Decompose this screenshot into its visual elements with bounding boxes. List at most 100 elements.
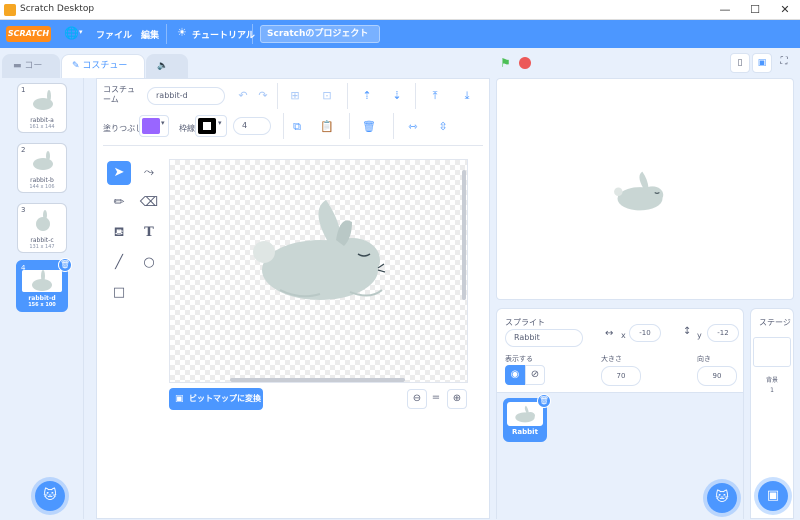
size-input[interactable]: 70 (601, 366, 641, 386)
text-tool-icon[interactable]: T (137, 221, 161, 245)
paint-canvas[interactable] (169, 159, 468, 383)
costume-item[interactable]: 3 rabbit-c 131 x 147 (17, 203, 67, 253)
rabbit-costume-image (253, 200, 386, 300)
stage-label: ステージ (759, 318, 791, 327)
trash-icon[interactable]: 🗑 (58, 258, 72, 272)
rabbit-sprite-image (614, 171, 664, 211)
stop-icon[interactable] (519, 57, 531, 69)
forward-icon[interactable]: ⇡ (359, 88, 375, 104)
small-stage-icon[interactable]: ▯ (730, 53, 750, 73)
image-icon: ▣ (766, 488, 780, 503)
chevron-down-icon: ▾ (161, 119, 165, 127)
sprite-tile-name: Rabbit (512, 428, 538, 436)
green-flag-icon[interactable]: ⚑ (500, 56, 511, 70)
choose-backdrop-button[interactable]: ▣ (758, 481, 788, 511)
rectangle-tool-icon[interactable]: □ (107, 281, 131, 305)
vertical-scrollbar[interactable] (462, 170, 466, 300)
backward-icon[interactable]: ⇣ (389, 88, 405, 104)
zoom-in-icon[interactable]: ⊕ (447, 389, 467, 409)
vertical-arrows-icon: ↕ (683, 326, 692, 337)
line-tool-icon[interactable]: ╱ (107, 251, 131, 275)
chevron-down-icon[interactable]: ▾ (79, 28, 83, 36)
costume-item-selected[interactable]: 4 rabbit-d 156 x 100 🗑 (16, 258, 72, 312)
horizontal-scrollbar[interactable] (230, 378, 405, 382)
costume-name: rabbit-a (30, 117, 54, 124)
backdrop-thumbnail[interactable] (753, 337, 791, 367)
outline-width-input[interactable]: 4 (233, 117, 271, 135)
outline-label: 枠線 (179, 124, 195, 133)
paste-icon[interactable]: 📋 (319, 119, 335, 135)
toolbar-divider (283, 113, 284, 139)
group-icon[interactable]: ⊞ (287, 88, 303, 104)
choose-costume-button[interactable]: 🐱 (35, 481, 65, 511)
brush-tool-icon[interactable]: ✏ (107, 191, 131, 215)
menu-divider (166, 24, 167, 44)
scratch-logo[interactable]: SCRATCH (6, 26, 51, 42)
sprite-info: スプライト Rabbit ↔ x -10 ↕ y -12 表示する ◉ ⊘ 大き… (497, 309, 743, 393)
trash-icon[interactable]: 🗑 (537, 394, 551, 408)
tab-sound[interactable]: 🔈 音 (146, 54, 188, 93)
costume-item[interactable]: 1 rabbit-a 161 x 144 (17, 83, 67, 133)
x-input[interactable]: -10 (629, 324, 661, 342)
delete-icon[interactable]: 🗑 (361, 119, 377, 135)
convert-to-bitmap-button[interactable]: ▣ ビットマップに変換 (169, 388, 263, 410)
undo-icon[interactable]: ↶ (235, 88, 251, 104)
menu-tutorial[interactable]: チュートリアル (192, 28, 255, 41)
toolbar-divider (349, 113, 350, 139)
globe-icon[interactable]: 🌐 (64, 26, 79, 40)
sprite-name-input[interactable]: Rabbit (505, 329, 583, 347)
outline-color-picker[interactable]: ▾ (195, 115, 227, 137)
minimize-button[interactable]: — (710, 2, 740, 18)
window-titlebar: Scratch Desktop — ☐ ✕ (0, 0, 800, 20)
editor-tabs: ▬ コード ✎ コスチューム 🔈 音 (0, 48, 490, 93)
eraser-tool-icon[interactable]: ⌫ (137, 191, 161, 215)
costume-thumbnail (36, 210, 50, 231)
stage-canvas[interactable] (496, 78, 794, 300)
tab-code[interactable]: ▬ コード (2, 54, 60, 93)
circle-tool-icon[interactable]: ○ (137, 251, 161, 275)
costume-number: 3 (21, 206, 26, 214)
costume-item[interactable]: 2 rabbit-b 144 x 106 (17, 143, 67, 193)
select-tool-icon[interactable]: ➤ (107, 161, 131, 185)
reshape-tool-icon[interactable]: ⤳ (137, 161, 161, 185)
back-icon[interactable]: ⤓ (459, 88, 475, 104)
copy-icon[interactable]: ⧉ (289, 119, 305, 135)
tab-costume[interactable]: ✎ コスチューム (61, 54, 145, 93)
fullscreen-icon[interactable]: ⛶ (774, 53, 794, 73)
ungroup-icon[interactable]: ⊡ (319, 88, 335, 104)
flip-horizontal-icon[interactable]: ⇿ (405, 119, 421, 135)
stage-panel: ステージ 背景 1 ▣ (750, 308, 794, 519)
redo-icon[interactable]: ↷ (255, 88, 271, 104)
zoom-out-icon[interactable]: ⊖ (407, 389, 427, 409)
fill-label: 塗りつぶし (103, 124, 144, 133)
show-eye-icon[interactable]: ◉ (505, 365, 525, 385)
sprite-tile[interactable]: Rabbit 🗑 (503, 394, 551, 442)
costume-name: rabbit-d (28, 295, 56, 302)
toolbar-divider (393, 113, 394, 139)
fill-tool-icon[interactable]: ⛾ (107, 221, 131, 245)
zoom-reset-icon[interactable]: = (426, 389, 446, 409)
choose-sprite-button[interactable]: 🐱 (707, 483, 737, 513)
fill-color-picker[interactable]: ▾ (139, 115, 169, 137)
hide-eye-icon[interactable]: ⊘ (525, 365, 545, 385)
lightbulb-icon: ☀ (177, 26, 187, 39)
maximize-button[interactable]: ☐ (740, 2, 770, 18)
menu-file[interactable]: ファイル (96, 28, 132, 41)
large-stage-icon[interactable]: ▣ (752, 53, 772, 73)
y-input[interactable]: -12 (707, 324, 739, 342)
costume-thumbnail (33, 151, 53, 170)
x-label: x (621, 331, 626, 340)
project-title-input[interactable]: Scratchのプロジェクト (260, 25, 380, 43)
flip-vertical-icon[interactable]: ⇳ (435, 119, 451, 135)
menu-edit[interactable]: 編集 (141, 28, 159, 41)
fill-color-swatch (142, 118, 160, 134)
costume-number: 2 (21, 146, 26, 154)
costume-thumbnail (32, 270, 52, 291)
outline-swatch-inner (203, 122, 211, 130)
toolbar-divider (103, 145, 483, 146)
direction-input[interactable]: 90 (697, 366, 737, 386)
costume-name-input[interactable]: rabbit-d (147, 87, 225, 105)
close-button[interactable]: ✕ (770, 2, 800, 18)
front-icon[interactable]: ⤒ (427, 88, 443, 104)
cat-icon: 🐱 (43, 488, 57, 503)
